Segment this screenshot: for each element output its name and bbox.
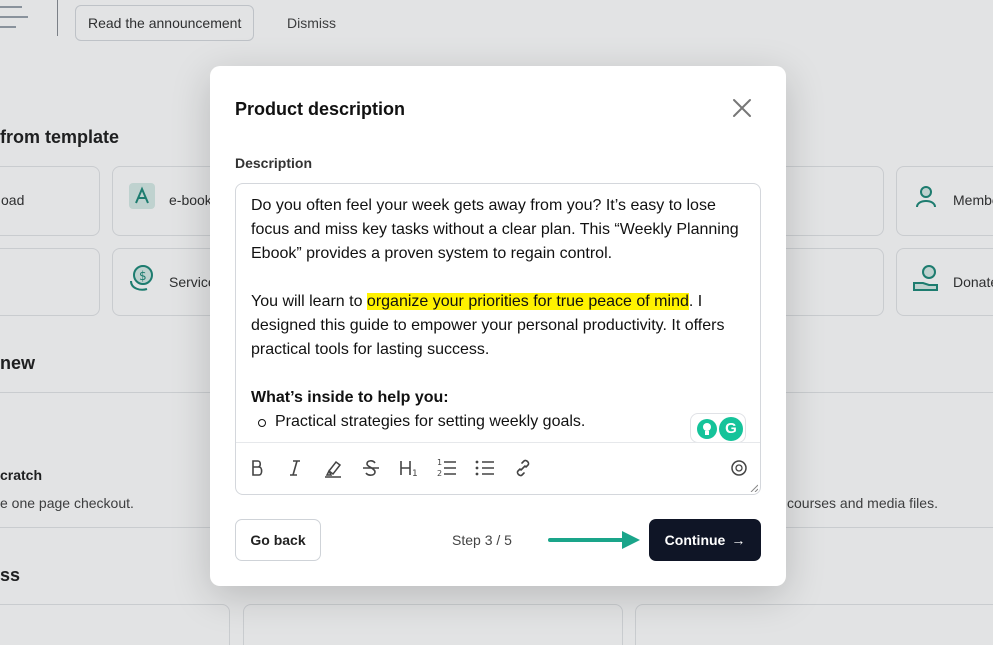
editor-content[interactable]: Do you often feel your week gets away fr… — [236, 184, 760, 442]
bullet-list-icon[interactable] — [473, 456, 497, 480]
highlight-icon[interactable] — [321, 456, 345, 480]
continue-label: Continue — [664, 532, 726, 548]
svg-text:1: 1 — [437, 458, 442, 467]
resize-handle[interactable] — [750, 484, 758, 492]
description-editor[interactable]: Do you often feel your week gets away fr… — [235, 183, 761, 495]
bold-icon[interactable] — [245, 456, 269, 480]
svg-text:1: 1 — [412, 469, 418, 479]
italic-icon[interactable] — [283, 456, 307, 480]
link-icon[interactable] — [511, 456, 535, 480]
grammarly-widget[interactable]: G — [690, 413, 746, 443]
formatting-toolbar: 1 12 — [236, 442, 760, 494]
arrow-right-icon: → — [731, 532, 746, 548]
bullet-list: Practical strategies for setting weekly … — [258, 410, 745, 434]
highlighted-text: organize your priorities for true peace … — [366, 293, 689, 310]
product-description-modal: Product description Description Do you o… — [210, 66, 786, 586]
lightbulb-icon[interactable] — [697, 419, 717, 439]
content-heading: What’s inside to help you: — [251, 389, 449, 406]
svg-text:2: 2 — [437, 469, 442, 478]
continue-button[interactable]: Continue → — [649, 519, 761, 561]
modal-title: Product description — [235, 99, 406, 119]
pointer-arrow-icon — [548, 531, 640, 549]
close-icon[interactable] — [730, 96, 754, 120]
ordered-list-icon[interactable]: 12 — [435, 456, 459, 480]
heading-icon[interactable]: 1 — [397, 456, 421, 480]
go-back-button[interactable]: Go back — [235, 519, 321, 561]
description-label: Description — [235, 155, 313, 171]
strikethrough-icon[interactable] — [359, 456, 383, 480]
emoji-icon[interactable] — [727, 456, 751, 480]
step-indicator: Step 3 / 5 — [452, 532, 512, 548]
list-item: Practical strategies for setting weekly … — [258, 410, 745, 434]
paragraph: Do you often feel your week gets away fr… — [251, 197, 739, 262]
grammarly-icon[interactable]: G — [719, 417, 743, 441]
text-run: You will learn to — [251, 293, 367, 310]
paragraph: You will learn to organize your prioriti… — [251, 290, 745, 362]
